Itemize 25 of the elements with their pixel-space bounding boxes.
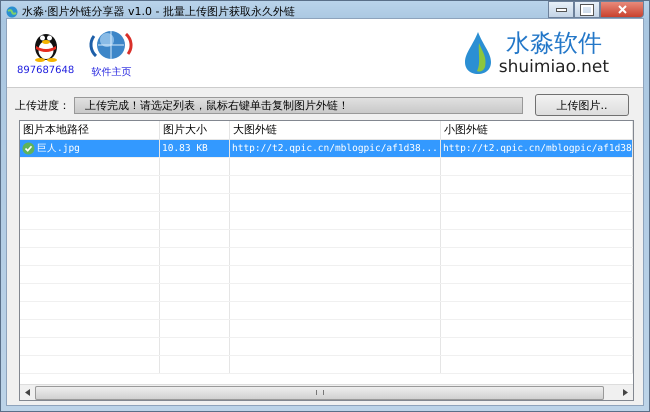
logo-name: 水淼软件 bbox=[506, 29, 602, 57]
horizontal-scrollbar[interactable] bbox=[20, 384, 633, 400]
column-header[interactable]: 小图外链 bbox=[441, 121, 633, 139]
progress-bar: 上传完成！请选定列表，鼠标右键单击复制图片外链！ bbox=[74, 96, 523, 114]
globe-icon bbox=[6, 6, 18, 18]
logo-domain: shuimiao.net bbox=[498, 57, 609, 77]
water-drop-logo-icon bbox=[462, 31, 493, 75]
table-cell: http://t2.qpic.cn/mblogpic/af1d38... bbox=[232, 143, 438, 154]
header-link[interactable]: 软件主页 bbox=[91, 64, 132, 78]
progress-label: 上传进度： bbox=[15, 98, 70, 112]
table-cell: 10.83 KB bbox=[162, 143, 208, 154]
upload-button[interactable]: 上传图片.. bbox=[535, 94, 629, 116]
minimize-button[interactable] bbox=[548, 1, 574, 18]
close-icon[interactable] bbox=[618, 5, 626, 14]
column-header[interactable]: 大图外链 bbox=[230, 121, 441, 139]
window-title: 水淼·图片外链分享器 v1.0 - 批量上传图片获取永久外链 bbox=[22, 4, 295, 19]
column-header[interactable]: 图片大小 bbox=[160, 121, 230, 139]
column-header[interactable]: 图片本地路径 bbox=[20, 121, 160, 139]
scroll-right-icon[interactable] bbox=[623, 389, 628, 396]
scroll-left-icon[interactable] bbox=[25, 389, 30, 396]
table-cell: 巨人.jpg bbox=[37, 142, 80, 155]
maximize-button[interactable] bbox=[574, 1, 600, 18]
table-cell: http://t2.qpic.cn/mblogpic/af1d38 bbox=[443, 143, 632, 154]
header-link[interactable]: 897687648 bbox=[17, 64, 74, 76]
close-button[interactable] bbox=[600, 1, 644, 18]
